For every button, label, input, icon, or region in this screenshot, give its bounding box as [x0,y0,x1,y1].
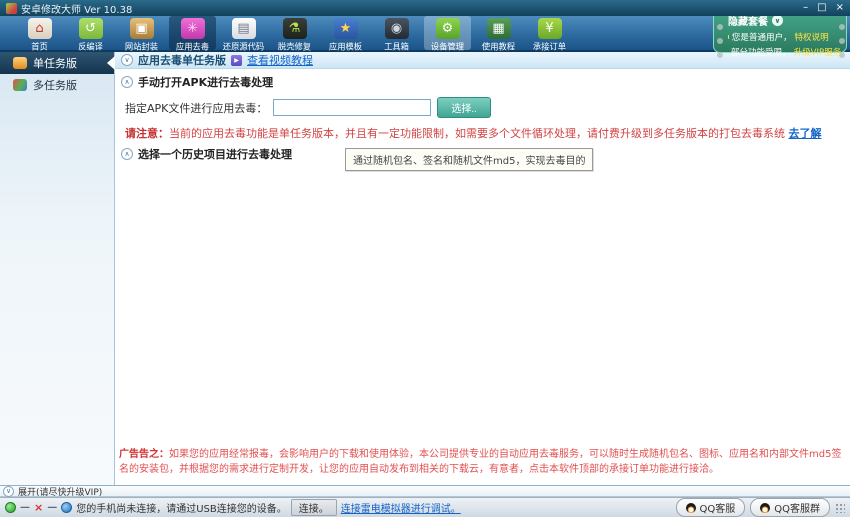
notice-prefix: 请注意： [125,127,169,140]
toolbar-item-decompile[interactable]: ↺ 反编译 [67,16,114,50]
emulator-debug-link[interactable]: 连接雷电模拟器进行调试。 [341,500,461,515]
qq-group-label: QQ客服群 [774,500,820,515]
decor-dots [717,24,723,30]
connection-dash: — [47,502,57,513]
toolbar-item-home[interactable]: ⌂ 首页 [16,16,63,50]
minimize-button[interactable]: – [803,3,808,13]
toolbar-item-label: 首页 [18,41,61,53]
toolbar-item-label: 工具箱 [375,41,418,53]
toolbar-item-toolbox[interactable]: ◉ 工具箱 [373,16,420,50]
apk-input-label: 指定APK文件进行应用去毒： [125,100,267,116]
close-button[interactable]: × [836,3,844,13]
package-icon: ▣ [130,18,154,39]
section-header-manual-apk: ∧ 手动打开APK进行去毒处理 [115,69,850,93]
expand-bar-label: 展开(请尽快升级VIP) [18,485,102,498]
resize-grip[interactable] [835,503,845,513]
expand-bar[interactable]: ∨ 展开(请尽快升级VIP) [0,485,850,497]
home-icon: ⌂ [28,18,52,39]
status-message: 您的手机尚未连接，请通过USB连接您的设备。 [76,500,287,515]
toolbar-item-label: 网站封装 [120,41,163,53]
tutorial-icon: ▦ [487,18,511,39]
chevron-down-icon[interactable]: ∨ [772,15,783,26]
device-manager-icon: ⚙ [436,18,460,39]
sidebar-item-label: 多任务版 [33,77,77,93]
app-window: 安卓修改大师 Ver 10.38 – □ × ⌂ 首页 ↺ 反编译 ▣ 网站封装… [0,0,850,517]
qq-penguin-icon [686,503,696,513]
main-content: ∨ 应用去毒单任务版 ▶ 查看视频教程 ∧ 手动打开APK进行去毒处理 指定AP… [115,52,850,485]
privilege-link[interactable]: 特权说明 [794,30,828,42]
maximize-button[interactable]: □ [817,3,826,13]
document-icon: ▤ [232,18,256,39]
status-bar: — × — 您的手机尚未连接，请通过USB连接您的设备。 连接。 连接雷电模拟器… [0,497,850,517]
learn-more-link[interactable]: 去了解 [789,127,822,140]
toolbar-item-orders[interactable]: ¥ 承接订单 [526,16,573,50]
star-icon: ★ [334,18,358,39]
sidebar-item-single-task[interactable]: 单任务版 [0,52,114,74]
sidebar-item-multi-task[interactable]: 多任务版 [0,74,114,96]
apk-select-row: 指定APK文件进行应用去毒： 选择.. [115,93,850,120]
ad-prefix: 广告告之： [119,449,169,460]
titlebar: 安卓修改大师 Ver 10.38 – □ × [0,0,850,16]
upgrade-vip-link[interactable]: 升级VIP服务 [794,45,842,57]
chevron-up-icon[interactable]: ∧ [121,76,133,88]
virus-icon: ✳ [181,18,205,39]
decompile-icon: ↺ [79,18,103,39]
qq-group-button[interactable]: QQ客服群 [750,498,830,517]
disconnected-x-icon: × [34,501,43,514]
toolbar-item-label: 还原源代码 [222,41,265,53]
chevron-down-icon[interactable]: ∨ [121,54,133,66]
toolbar-item-label: 承接订单 [528,41,571,53]
toolbar-item-tutorial[interactable]: ▦ 使用教程 [475,16,522,50]
advertisement-text: 广告告之：如果您的应用经常报毒，会影响用户的下载和使用体验，本公司提供专业的自动… [119,447,842,477]
toolbar-item-app-template[interactable]: ★ 应用模板 [322,16,369,50]
video-tutorial-link[interactable]: 查看视频教程 [247,52,313,68]
detox-tooltip: 通过随机包名、签名和随机文件md5，实现去毒目的 [345,148,593,171]
section-title: 选择一个历史项目进行去毒处理 [138,146,292,162]
toolbox-icon: ◉ [385,18,409,39]
toolbar-item-restore-source[interactable]: ▤ 还原源代码 [220,16,267,50]
toolbar-item-app-detox[interactable]: ✳ 应用去毒 [169,16,216,50]
bullet-icon [728,35,729,39]
toolbar-item-web-package[interactable]: ▣ 网站封装 [118,16,165,50]
flask-icon: ⚗ [283,18,307,39]
video-icon: ▶ [231,55,242,66]
qq-service-button[interactable]: QQ客服 [676,498,746,517]
sidebar: 单任务版 多任务版 [0,52,115,485]
toolbar-item-label: 使用教程 [477,41,520,53]
section-title: 手动打开APK进行去毒处理 [138,74,273,90]
vip-line1-text: 您是普通用户， [732,30,792,42]
toolbar-item-device-manager[interactable]: ⚙ 设备管理 [424,16,471,50]
qq-penguin-icon [760,503,770,513]
single-task-icon [13,57,27,69]
select-file-button[interactable]: 选择.. [437,97,491,118]
order-icon: ¥ [538,18,562,39]
pc-connection-icon [5,502,16,513]
connection-dash: — [20,502,30,513]
phone-connection-icon [61,502,72,513]
chevron-up-icon[interactable]: ∧ [121,148,133,160]
multi-task-icon [13,79,27,91]
apk-file-input[interactable] [273,99,431,116]
toolbar-item-label: 设备管理 [426,41,469,53]
window-title: 安卓修改大师 Ver 10.38 [21,1,132,16]
app-icon [6,3,17,14]
qq-service-label: QQ客服 [700,500,736,515]
toolbar-item-unpack-repair[interactable]: ⚗ 脱壳修复 [271,16,318,50]
toolbar-item-label: 反编译 [69,41,112,53]
chevron-down-icon[interactable]: ∨ [3,486,14,497]
sidebar-item-label: 单任务版 [33,55,77,71]
ad-body: 如果您的应用经常报毒，会影响用户的下载和使用体验，本公司提供专业的自动应用去毒服… [119,449,841,475]
section-title: 应用去毒单任务版 [138,52,226,68]
notice-text: 请注意：当前的应用去毒功能是单任务版本，并且有一定功能限制，如需要多个文件循环处… [115,120,850,141]
toolbar-item-label: 应用模板 [324,41,367,53]
toolbar-item-label: 应用去毒 [171,41,214,53]
connect-button[interactable]: 连接。 [291,499,337,516]
vip-line2-text: 部分功能受限， [731,45,791,57]
notice-body: 当前的应用去毒功能是单任务版本，并且有一定功能限制，如需要多个文件循环处理，请付… [169,127,785,140]
toolbar-item-label: 脱壳修复 [273,41,316,53]
